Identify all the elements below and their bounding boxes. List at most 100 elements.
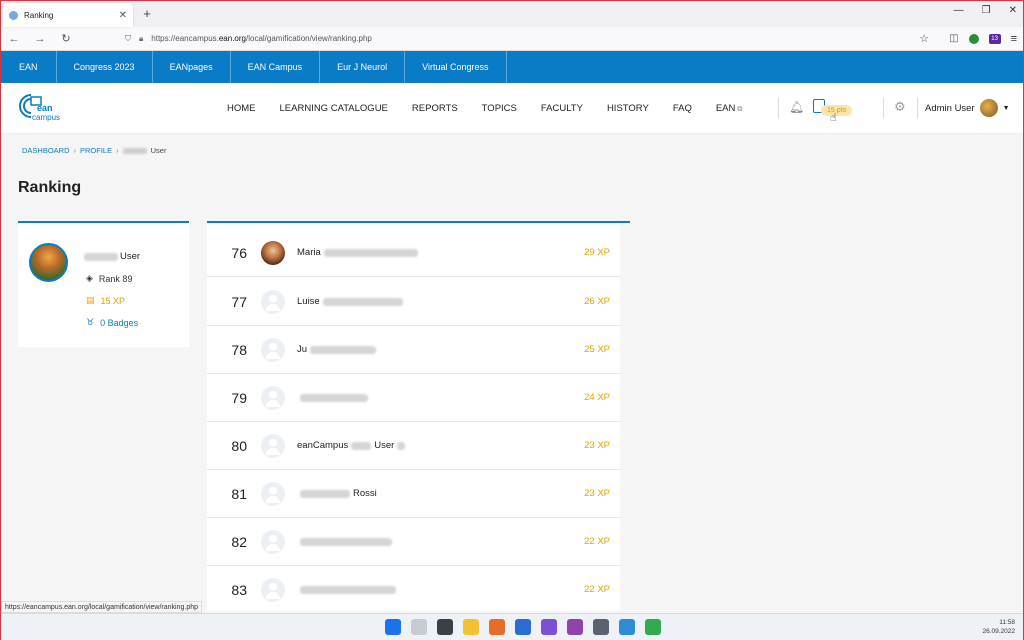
nav-reports[interactable]: REPORTS xyxy=(412,103,458,114)
default-avatar-icon xyxy=(261,385,285,410)
system-clock[interactable]: 11:58 26.09.2022 xyxy=(982,618,1015,636)
topnav-congress-2023[interactable]: Congress 2023 xyxy=(57,51,153,83)
ranking-row[interactable]: 76 Maria 29 XP xyxy=(207,229,620,277)
vscode-icon[interactable] xyxy=(515,619,531,635)
notification-bell-icon[interactable]: 🔔︎ xyxy=(789,100,804,114)
default-avatar-icon xyxy=(261,529,285,554)
ranking-name: Rossi xyxy=(297,488,550,499)
header-divider xyxy=(883,98,884,118)
rank-number: 83 xyxy=(231,581,247,598)
logo-text-campus: campus xyxy=(32,113,61,122)
ranking-row[interactable]: 78 Ju 25 XP xyxy=(207,326,620,374)
new-tab-button[interactable]: + xyxy=(137,3,157,27)
lock-icon[interactable]: 🔒︎ xyxy=(139,34,143,44)
clock-date: 26.09.2022 xyxy=(982,628,1015,635)
top-site-nav: EAN Congress 2023 EANpages EAN Campus Eu… xyxy=(1,51,1023,83)
profile-badges[interactable]: ♉ 0 Badges xyxy=(86,317,138,328)
nav-faculty[interactable]: FACULTY xyxy=(541,103,583,114)
site-favicon-icon xyxy=(9,10,18,20)
rank-number: 78 xyxy=(231,341,247,358)
ranking-row[interactable]: 81 Rossi 23 XP xyxy=(207,470,620,518)
default-avatar-icon xyxy=(261,337,285,362)
ranking-name: eanCampus User xyxy=(297,440,550,451)
status-bar-url: https://eancampus.ean.org/local/gamifica… xyxy=(1,601,202,613)
user-menu[interactable]: Admin User ▼ xyxy=(925,99,1010,117)
mouse-pointer-icon: ☝ xyxy=(830,112,837,124)
default-avatar-icon xyxy=(261,577,285,602)
xp-icon: ▤ xyxy=(86,295,95,305)
address-bar[interactable]: ⛉ 🔒︎ https://eancampus.ean.org/local/gam… xyxy=(125,30,929,48)
clock-time: 11:58 xyxy=(999,619,1015,626)
topnav-ean-campus[interactable]: EAN Campus xyxy=(231,51,321,83)
reload-icon[interactable]: ↻ xyxy=(59,32,73,45)
breadcrumb-dashboard[interactable]: DASHBOARD xyxy=(22,146,70,155)
ranking-xp: 22 XP xyxy=(584,584,610,595)
ean-campus-logo[interactable]: ean campus xyxy=(17,91,69,125)
site-header: ean campus HOME LEARNING CATALOGUE REPOR… xyxy=(1,83,1023,134)
redacted-text xyxy=(351,441,372,450)
onenote-icon[interactable] xyxy=(567,619,583,635)
browser-menu-icon[interactable]: ≡ xyxy=(1011,33,1017,45)
ranking-row[interactable]: 77 Luise 26 XP xyxy=(207,278,620,326)
ranking-row[interactable]: 82 22 XP xyxy=(207,518,620,566)
profile-avatar[interactable] xyxy=(29,243,68,282)
back-icon[interactable]: ← xyxy=(7,33,21,45)
app-green-icon[interactable] xyxy=(645,619,661,635)
redacted-text xyxy=(300,489,350,498)
ranking-row[interactable]: 80 eanCampus User 23 XP xyxy=(207,422,620,470)
user-name: Admin User xyxy=(925,102,975,114)
topnav-eanpages[interactable]: EANpages xyxy=(153,51,231,83)
search-icon[interactable] xyxy=(411,619,427,635)
badge-icon: ♉ xyxy=(86,317,95,327)
nav-learning-catalogue[interactable]: LEARNING CATALOGUE xyxy=(280,103,388,114)
redacted-text xyxy=(84,252,118,261)
breadcrumb-profile[interactable]: PROFILE xyxy=(80,146,112,155)
topnav-ean[interactable]: EAN xyxy=(1,51,57,83)
header-divider xyxy=(778,98,779,118)
browser-tab[interactable]: Ranking ✕ xyxy=(3,3,133,27)
task-view-icon[interactable] xyxy=(437,619,453,635)
extensions-area: ◫ 13 ≡ xyxy=(949,33,1017,45)
nav-home[interactable]: HOME xyxy=(227,103,256,114)
shield-icon[interactable]: ⛉ xyxy=(125,34,131,44)
forward-icon[interactable]: → xyxy=(33,33,47,45)
windows-start-icon[interactable] xyxy=(385,619,401,635)
nav-ean-external[interactable]: EAN ⧉ xyxy=(716,103,743,114)
profile-xp: ▤ 15 XP xyxy=(86,295,126,306)
ranking-xp: 25 XP xyxy=(584,344,610,355)
outlook-icon[interactable] xyxy=(619,619,635,635)
teams-icon[interactable] xyxy=(541,619,557,635)
profile-name: User xyxy=(84,251,140,262)
ranking-name: Maria xyxy=(297,247,550,258)
topnav-eur-j-neurol[interactable]: Eur J Neurol xyxy=(320,51,406,83)
ranking-row[interactable]: 83 22 XP xyxy=(207,566,620,611)
ranking-row[interactable]: 79 24 XP xyxy=(207,374,620,422)
redacted-text xyxy=(322,297,403,306)
topnav-virtual-congress[interactable]: Virtual Congress xyxy=(405,51,507,83)
nav-faq[interactable]: FAQ xyxy=(673,103,692,114)
minimize-icon[interactable]: — xyxy=(954,5,964,16)
avatar xyxy=(261,240,285,265)
file-explorer-icon[interactable] xyxy=(463,619,479,635)
bookmark-star-icon[interactable]: ☆ xyxy=(919,32,929,45)
rank-number: 81 xyxy=(231,485,247,502)
redacted-text xyxy=(397,441,406,450)
settings-gear-icon[interactable]: ⚙ xyxy=(894,99,906,115)
url-text[interactable]: https://eancampus.ean.org/local/gamifica… xyxy=(151,34,911,43)
extension-badge-icon[interactable]: 13 xyxy=(988,33,1001,44)
firefox-icon[interactable] xyxy=(489,619,505,635)
restore-icon[interactable]: ❐ xyxy=(982,5,991,16)
window-close-icon[interactable]: ✕ xyxy=(1009,5,1017,16)
taskbar-icons xyxy=(385,619,661,635)
app-icon[interactable] xyxy=(593,619,609,635)
nav-topics[interactable]: TOPICS xyxy=(482,103,517,114)
pocket-icon[interactable]: ◫ xyxy=(949,33,958,44)
rank-number: 76 xyxy=(231,244,247,261)
extension-green-icon[interactable] xyxy=(968,33,979,44)
nav-history[interactable]: HISTORY xyxy=(607,103,649,114)
ranking-list: 76 Maria 29 XP 77 Luise 26 XP 78 Ju 25 X… xyxy=(207,221,630,611)
browser-toolbar: ← → ↻ ⛉ 🔒︎ https://eancampus.ean.org/loc… xyxy=(1,27,1023,51)
ranking-xp: 29 XP xyxy=(584,247,610,258)
tab-close-icon[interactable]: ✕ xyxy=(119,10,127,21)
os-taskbar: 11:58 26.09.2022 xyxy=(1,613,1023,640)
